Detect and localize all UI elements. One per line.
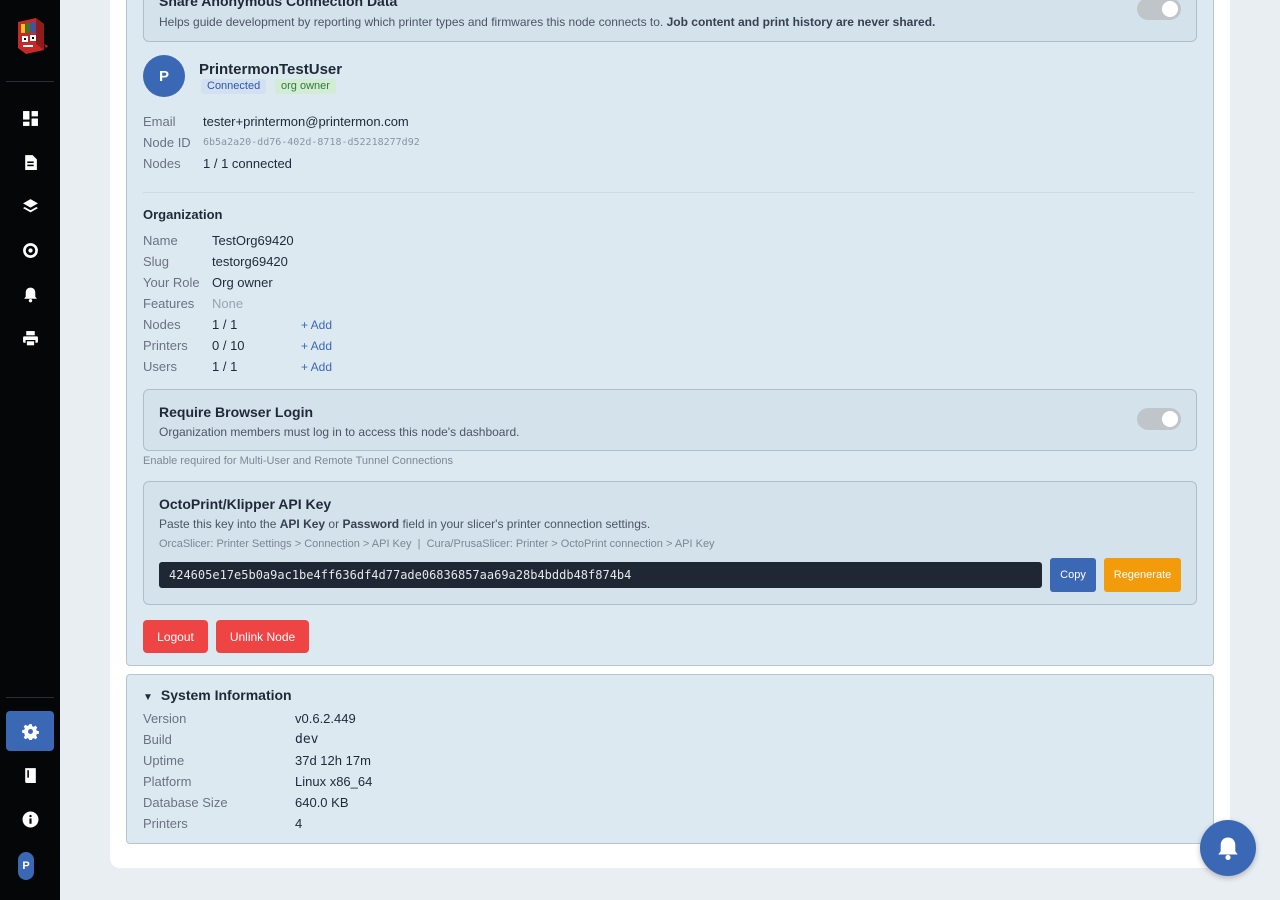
add-printers-link[interactable]: + Add: [301, 339, 332, 353]
sidebar: P: [0, 0, 60, 900]
org-owner-badge: org owner: [275, 79, 336, 94]
copy-button[interactable]: Copy: [1050, 558, 1096, 592]
add-users-link[interactable]: + Add: [301, 360, 332, 374]
org-name-label: Name: [143, 233, 178, 248]
divider: [143, 192, 1195, 193]
nav-dashboard[interactable]: [6, 98, 54, 138]
anonymous-data-card: Share Anonymous Connection Data Helps gu…: [143, 0, 1197, 42]
logout-button[interactable]: Logout: [143, 620, 208, 653]
browser-login-desc: Organization members must log in to acce…: [159, 425, 520, 439]
org-features-value: None: [212, 296, 244, 311]
gear-icon: [21, 723, 39, 740]
api-key-desc: Paste this key into the API Key or Passw…: [159, 517, 651, 531]
org-nodes-value: 1 / 1: [212, 317, 238, 332]
uptime-value: 37d 12h 17m: [295, 753, 371, 768]
caret-down-icon: ▼: [143, 692, 153, 703]
database-size-label: Database Size: [143, 795, 228, 810]
target-icon: [22, 242, 38, 258]
org-users-value: 1 / 1: [212, 359, 238, 374]
org-role-value: Org owner: [212, 275, 273, 290]
nodes-label: Nodes: [143, 156, 181, 171]
org-printers-value: 0 / 10: [212, 338, 245, 353]
email-label: Email: [143, 114, 176, 129]
sidebar-divider: [6, 697, 54, 698]
database-size-value: 640.0 KB: [295, 795, 349, 810]
sidebar-divider: [6, 81, 54, 82]
org-printers-label: Printers: [143, 338, 188, 353]
version-value: v0.6.2.449: [295, 711, 356, 726]
bell-icon: [1218, 837, 1238, 861]
nav-jobs[interactable]: [6, 142, 54, 182]
nav-notifications[interactable]: [6, 274, 54, 314]
uptime-label: Uptime: [143, 753, 185, 768]
connected-badge: Connected: [201, 79, 267, 94]
api-key-field[interactable]: 424605e17e5b0a9ac1be4ff636df4d77ade06836…: [159, 562, 1042, 588]
build-value: dev: [295, 732, 319, 747]
nav-docs[interactable]: [6, 755, 54, 795]
api-key-title: OctoPrint/Klipper API Key: [159, 496, 332, 512]
nav-models[interactable]: [6, 186, 54, 226]
org-name-value: TestOrg69420: [212, 233, 294, 248]
dashboard-icon: [22, 110, 38, 126]
user-avatar[interactable]: P: [18, 852, 34, 880]
nav-about[interactable]: [6, 799, 54, 839]
add-nodes-link[interactable]: + Add: [301, 318, 332, 332]
printers-count-value: 4: [295, 816, 303, 831]
info-icon: [22, 811, 38, 827]
printers-count-label: Printers: [143, 816, 188, 831]
org-slug-label: Slug: [143, 254, 170, 269]
org-slug-value: testorg69420: [212, 254, 288, 269]
org-features-label: Features: [143, 296, 195, 311]
platform-label: Platform: [143, 774, 192, 789]
browser-login-toggle[interactable]: [1137, 408, 1181, 430]
org-role-label: Your Role: [143, 275, 200, 290]
book-icon: [24, 767, 36, 783]
org-nodes-label: Nodes: [143, 317, 181, 332]
api-key-hint: OrcaSlicer: Printer Settings > Connectio…: [159, 538, 715, 550]
platform-value: Linux x86_64: [295, 774, 373, 789]
username: PrintermonTestUser: [199, 61, 343, 78]
printer-icon: [22, 330, 38, 347]
browser-login-card: Require Browser Login Organization membe…: [143, 389, 1197, 451]
layers-icon: [22, 198, 38, 212]
email-value: tester+printermon@printermon.com: [203, 114, 409, 129]
anonymous-data-desc: Helps guide development by reporting whi…: [159, 15, 936, 29]
notifications-fab[interactable]: [1200, 820, 1256, 876]
organization-title: Organization: [143, 207, 223, 222]
app-logo[interactable]: [10, 14, 50, 58]
browser-login-hint: Enable required for Multi-User and Remot…: [143, 455, 453, 467]
node-id-label: Node ID: [143, 135, 191, 150]
regenerate-button[interactable]: Regenerate: [1104, 558, 1181, 592]
anonymous-data-toggle[interactable]: [1137, 0, 1181, 20]
anonymous-data-title: Share Anonymous Connection Data: [159, 0, 398, 9]
nav-settings[interactable]: [6, 711, 54, 751]
node-id-value: 6b5a2a20-dd76-402d-8718-d52218277d92: [203, 137, 420, 148]
nav-printers[interactable]: [6, 318, 54, 358]
unlink-node-button[interactable]: Unlink Node: [216, 620, 309, 653]
build-label: Build: [143, 732, 172, 747]
system-info-title: System Information: [160, 687, 292, 703]
nav-filament[interactable]: [6, 230, 54, 270]
system-info-header[interactable]: ▼ System Information: [143, 687, 292, 703]
browser-login-title: Require Browser Login: [159, 404, 314, 420]
document-icon: [24, 154, 37, 170]
org-users-label: Users: [143, 359, 177, 374]
nodes-value: 1 / 1 connected: [203, 156, 292, 171]
version-label: Version: [143, 711, 187, 726]
user-profile-avatar: P: [143, 55, 185, 97]
bell-icon: [23, 287, 37, 302]
